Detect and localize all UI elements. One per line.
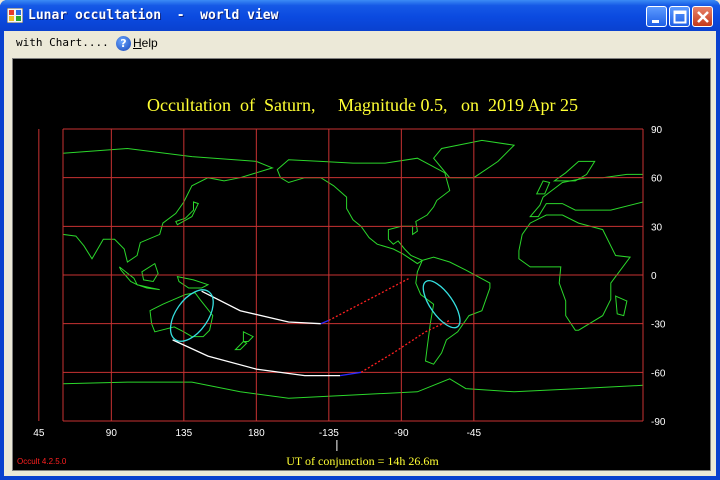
x-tick-label-5: -45 bbox=[467, 428, 482, 439]
title-bar[interactable]: Lunar occultation - world view bbox=[0, 0, 720, 31]
coastline-6 bbox=[149, 292, 214, 338]
y-tick-label-4: -30 bbox=[651, 320, 666, 331]
y-tick-label-2: 30 bbox=[651, 222, 663, 233]
y-tick-label-1: 60 bbox=[651, 174, 663, 185]
app-window: Lunar occultation - world view with Char… bbox=[0, 0, 720, 480]
window-frame-bottom bbox=[0, 476, 720, 480]
x-tick-label-4: -90 bbox=[394, 428, 409, 439]
coastline-9 bbox=[276, 157, 451, 265]
coastline-17 bbox=[62, 378, 644, 399]
coastline-12 bbox=[518, 214, 632, 331]
coastline-15 bbox=[535, 180, 551, 195]
conjunction-time: UT of conjunction = 14h 26.6m bbox=[286, 454, 439, 468]
y-tick-label-6: -90 bbox=[651, 417, 666, 428]
client-area: with Chart.... ? Help 90 135 180 -135 -90 -45… bbox=[4, 31, 716, 476]
x-tick-label-2: 180 bbox=[248, 428, 265, 439]
window-title: Lunar occultation - world view bbox=[28, 8, 279, 23]
world-map-chart: 90135180-135-90-450459060300-30-60-90 bbox=[33, 125, 666, 451]
coastline-11 bbox=[415, 256, 491, 365]
southern-limit-dotted-line bbox=[360, 319, 450, 373]
minimize-button[interactable] bbox=[646, 6, 667, 27]
menu-bar: with Chart.... ? Help bbox=[4, 31, 716, 55]
y-tick-label-0: 90 bbox=[651, 125, 663, 136]
minimize-icon bbox=[652, 20, 659, 23]
app-icon bbox=[7, 8, 23, 23]
coastline-4 bbox=[136, 284, 160, 291]
x-tick-label-0: 90 bbox=[106, 428, 118, 439]
maximize-icon bbox=[673, 10, 687, 24]
x-tick-label-1: 135 bbox=[175, 428, 192, 439]
coastline-0 bbox=[62, 147, 274, 263]
coastline-7 bbox=[242, 330, 254, 342]
close-button[interactable] bbox=[692, 6, 713, 27]
menu-help[interactable]: ? Help bbox=[116, 35, 158, 51]
northern-limit-dotted-line bbox=[328, 277, 410, 321]
help-label: Help bbox=[133, 36, 158, 50]
version-label: Occult 4.2.5.0 bbox=[17, 457, 67, 466]
coastline-13 bbox=[529, 173, 644, 218]
chart-title: Occultation of Saturn, Magnitude 0.5, on… bbox=[147, 95, 578, 115]
x-tick-label-7: 45 bbox=[33, 428, 45, 439]
coastline-16 bbox=[615, 295, 628, 317]
coastline-5 bbox=[176, 275, 210, 289]
help-icon: ? bbox=[116, 35, 131, 51]
close-icon bbox=[697, 11, 709, 23]
coastline-2 bbox=[141, 262, 159, 283]
maximize-button[interactable] bbox=[669, 6, 690, 27]
menu-with-chart[interactable]: with Chart.... bbox=[16, 35, 109, 51]
coastline-8 bbox=[234, 340, 248, 351]
x-tick-label-3: -135 bbox=[319, 428, 339, 439]
y-tick-label-5: -60 bbox=[651, 368, 666, 379]
coastline-3 bbox=[118, 266, 139, 286]
window-frame-right bbox=[716, 31, 720, 480]
world-map-canvas: 90135180-135-90-450459060300-30-60-90 Oc… bbox=[12, 58, 711, 471]
northern-limit-day-line bbox=[201, 290, 321, 325]
coastline-1 bbox=[175, 201, 200, 226]
y-tick-label-3: 0 bbox=[651, 271, 657, 282]
